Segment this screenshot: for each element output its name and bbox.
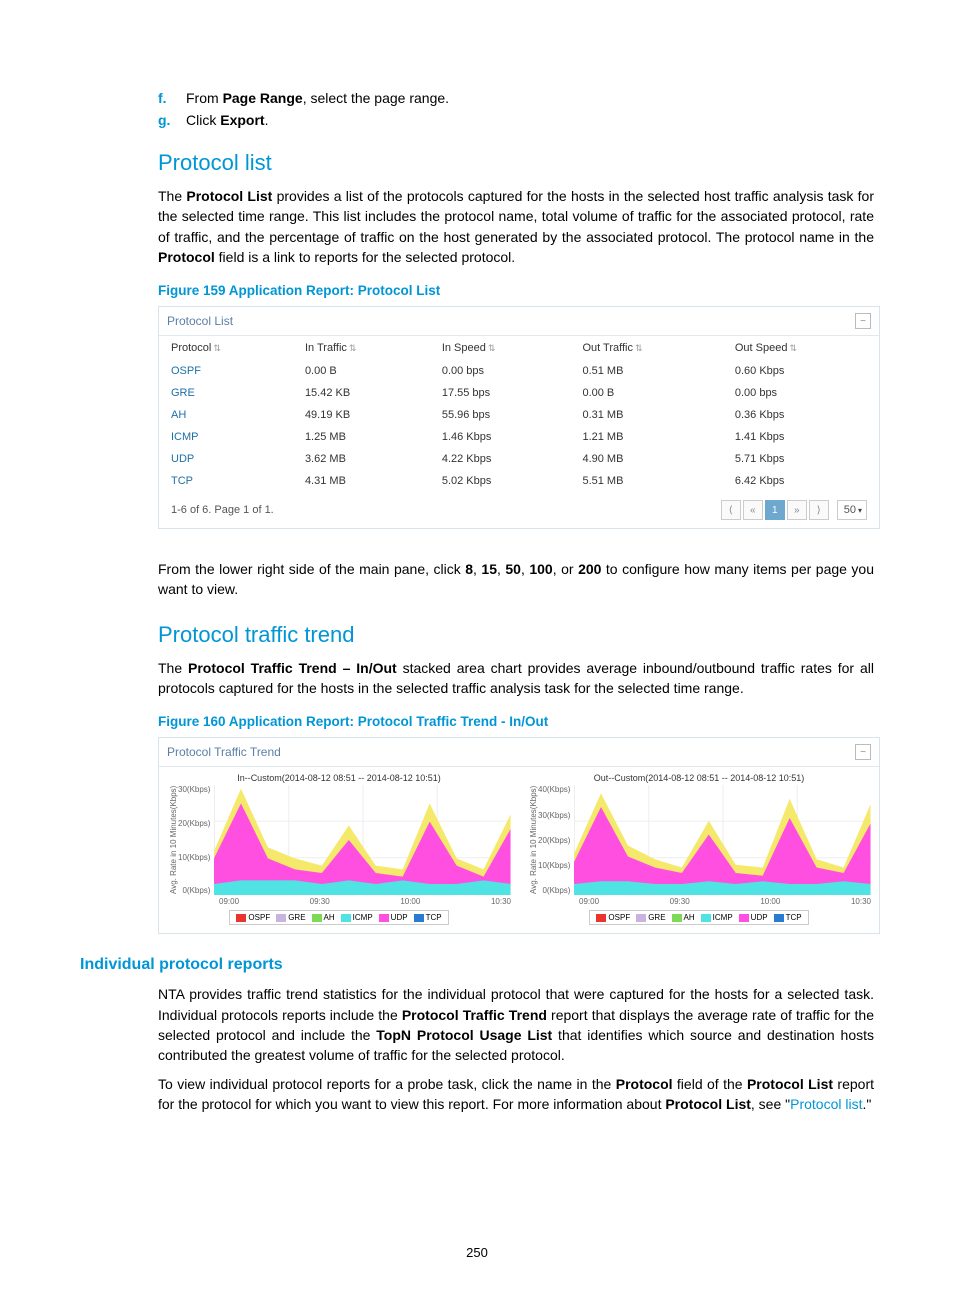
protocol-link[interactable]: OSPF [159,360,293,382]
chart-out: Out--Custom(2014-08-12 08:51 -- 2014-08-… [519,767,879,933]
sort-icon: ⇅ [488,343,496,353]
chart-legend: OSPF GRE AH ICMP UDP TCP [589,910,808,925]
table-row: AH 49.19 KB55.96 bps 0.31 MB0.36 Kbps [159,404,879,426]
table-row: TCP 4.31 MB5.02 Kbps 5.51 MB6.42 Kbps [159,470,879,492]
chart-title-in: In--Custom(2014-08-12 08:51 -- 2014-08-1… [167,773,511,783]
legend-item[interactable]: UDP [739,913,768,922]
traffic-trend-panel: Protocol Traffic Trend − In--Custom(2014… [158,737,880,934]
sort-icon: ⇅ [635,343,643,353]
plot-area-out [574,785,871,895]
protocol-link[interactable]: GRE [159,382,293,404]
sort-icon: ⇅ [349,343,357,353]
step-g: g. Click Export. [158,112,874,128]
step-marker: g. [158,112,186,128]
minimize-icon[interactable]: − [855,313,871,329]
legend-item[interactable]: OSPF [596,913,630,922]
legend-item[interactable]: AH [312,913,335,922]
chevron-down-icon: ▾ [858,506,862,515]
sort-icon: ⇅ [213,343,221,353]
col-protocol[interactable]: Protocol⇅ [159,336,293,360]
col-in-speed[interactable]: In Speed⇅ [430,336,571,360]
legend-item[interactable]: GRE [636,913,665,922]
para-pagesize: From the lower right side of the main pa… [158,559,874,600]
legend-item[interactable]: AH [672,913,695,922]
page-size-select[interactable]: 50 ▾ [837,500,867,520]
step-text: Click Export. [186,112,874,128]
legend-item[interactable]: OSPF [236,913,270,922]
legend-item[interactable]: TCP [414,913,442,922]
y-axis-ticks: 30(Kbps)20(Kbps)10(Kbps)0(Kbps) [178,785,214,895]
x-axis-ticks: 09:0009:3010:0010:30 [579,897,871,906]
legend-item[interactable]: UDP [379,913,408,922]
heading-individual-reports: Individual protocol reports [80,956,874,974]
link-protocol-list[interactable]: Protocol list [790,1096,862,1112]
chart-title-out: Out--Custom(2014-08-12 08:51 -- 2014-08-… [527,773,871,783]
pager-controls: ⟨ « 1 » ⟩ 50 ▾ [721,500,867,520]
minimize-icon[interactable]: − [855,744,871,760]
y-axis-label: Avg. Rate in 10 Minutes(Kbps) [527,785,538,895]
protocol-link[interactable]: TCP [159,470,293,492]
para-individual-2: To view individual protocol reports for … [158,1074,874,1115]
panel-title: Protocol Traffic Trend [167,745,281,759]
figure-159-caption: Figure 159 Application Report: Protocol … [158,283,874,298]
heading-protocol-list: Protocol list [158,150,874,176]
protocol-link[interactable]: AH [159,404,293,426]
table-row: UDP 3.62 MB4.22 Kbps 4.90 MB5.71 Kbps [159,448,879,470]
pager-last[interactable]: ⟩ [809,500,829,520]
pager-row: 1-6 of 6. Page 1 of 1. ⟨ « 1 » ⟩ 50 ▾ [159,492,879,528]
pager-summary: 1-6 of 6. Page 1 of 1. [171,504,274,516]
col-in-traffic[interactable]: In Traffic⇅ [293,336,430,360]
para-individual-1: NTA provides traffic trend statistics fo… [158,984,874,1065]
table-row: OSPF 0.00 B0.00 bps 0.51 MB0.60 Kbps [159,360,879,382]
plot-area-in [214,785,511,895]
col-out-speed[interactable]: Out Speed⇅ [723,336,879,360]
legend-item[interactable]: ICMP [701,913,733,922]
step-f: f. From Page Range, select the page rang… [158,90,874,106]
sort-icon: ⇅ [789,343,797,353]
protocol-list-panel: Protocol List − Protocol⇅ In Traffic⇅ In… [158,306,880,529]
pager-current[interactable]: 1 [765,500,785,520]
chart-in: In--Custom(2014-08-12 08:51 -- 2014-08-1… [159,767,519,933]
chart-legend: OSPF GRE AH ICMP UDP TCP [229,910,448,925]
step-text: From Page Range, select the page range. [186,90,874,106]
y-axis-ticks: 40(Kbps)30(Kbps)20(Kbps)10(Kbps)0(Kbps) [538,785,574,895]
pager-next[interactable]: » [787,500,807,520]
pager-prev[interactable]: « [743,500,763,520]
table-row: ICMP 1.25 MB1.46 Kbps 1.21 MB1.41 Kbps [159,426,879,448]
figure-160-caption: Figure 160 Application Report: Protocol … [158,714,874,729]
legend-item[interactable]: ICMP [341,913,373,922]
table-row: GRE 15.42 KB17.55 bps 0.00 B0.00 bps [159,382,879,404]
protocol-link[interactable]: ICMP [159,426,293,448]
legend-item[interactable]: GRE [276,913,305,922]
protocol-link[interactable]: UDP [159,448,293,470]
page-number: 250 [0,1245,954,1260]
para-protocol-list: The Protocol List provides a list of the… [158,186,874,267]
para-traffic-trend: The Protocol Traffic Trend – In/Out stac… [158,658,874,699]
col-out-traffic[interactable]: Out Traffic⇅ [570,336,722,360]
pager-first[interactable]: ⟨ [721,500,741,520]
heading-traffic-trend: Protocol traffic trend [158,622,874,648]
x-axis-ticks: 09:0009:3010:0010:30 [219,897,511,906]
panel-title: Protocol List [167,314,233,328]
legend-item[interactable]: TCP [774,913,802,922]
step-marker: f. [158,90,186,106]
protocol-table: Protocol⇅ In Traffic⇅ In Speed⇅ Out Traf… [159,336,879,492]
y-axis-label: Avg. Rate in 10 Minutes(Kbps) [167,785,178,895]
